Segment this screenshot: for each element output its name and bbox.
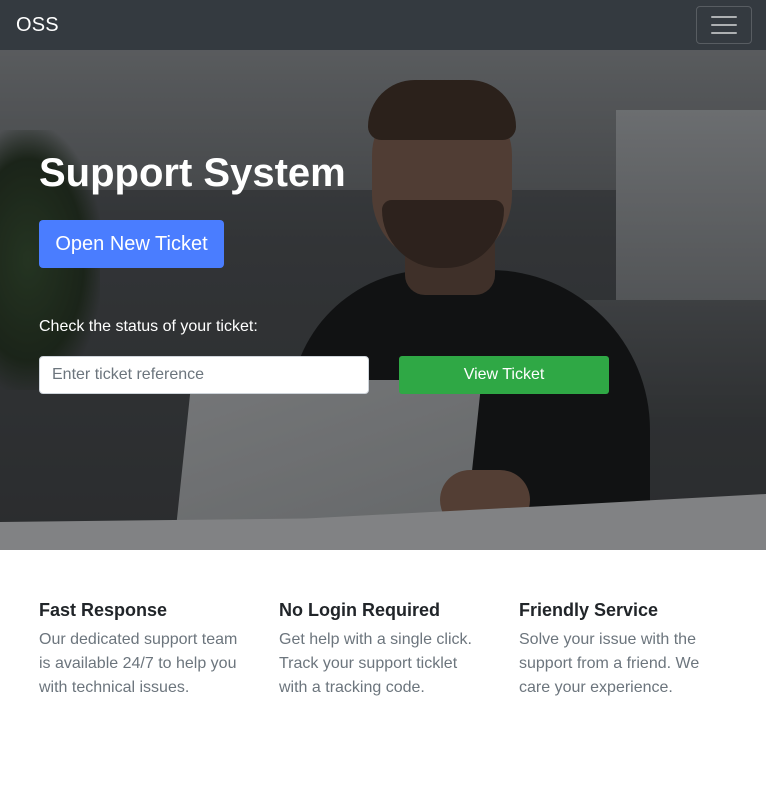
feature-text: Our dedicated support team is available …: [39, 631, 238, 696]
top-navbar: OSS: [0, 0, 766, 50]
feature-text: Get help with a single click. Track your…: [279, 631, 472, 696]
features-section: Fast Response Our dedicated support team…: [39, 598, 739, 700]
view-ticket-button[interactable]: View Ticket: [399, 356, 609, 394]
hero-content: Support System Open New Ticket Check the…: [39, 50, 739, 550]
feature-card: Friendly Service Solve your issue with t…: [519, 598, 729, 700]
ticket-status-label: Check the status of your ticket:: [39, 318, 258, 335]
feature-card: No Login Required Get help with a single…: [279, 598, 489, 700]
open-new-ticket-button[interactable]: Open New Ticket: [39, 220, 224, 268]
feature-title: No Login Required: [279, 600, 440, 620]
hamburger-line: [711, 24, 737, 26]
hero-section: Support System Open New Ticket Check the…: [0, 50, 766, 550]
hamburger-line: [711, 16, 737, 18]
feature-title: Friendly Service: [519, 600, 659, 620]
page-title: Support System: [39, 151, 346, 195]
hamburger-menu-icon[interactable]: [696, 6, 752, 44]
feature-text: Solve your issue with the support from a…: [519, 631, 700, 696]
feature-card: Fast Response Our dedicated support team…: [39, 598, 249, 700]
feature-title: Fast Response: [39, 600, 168, 620]
ticket-reference-input[interactable]: [39, 356, 369, 394]
brand-logo-text[interactable]: OSS: [16, 14, 59, 37]
hamburger-line: [711, 32, 737, 34]
